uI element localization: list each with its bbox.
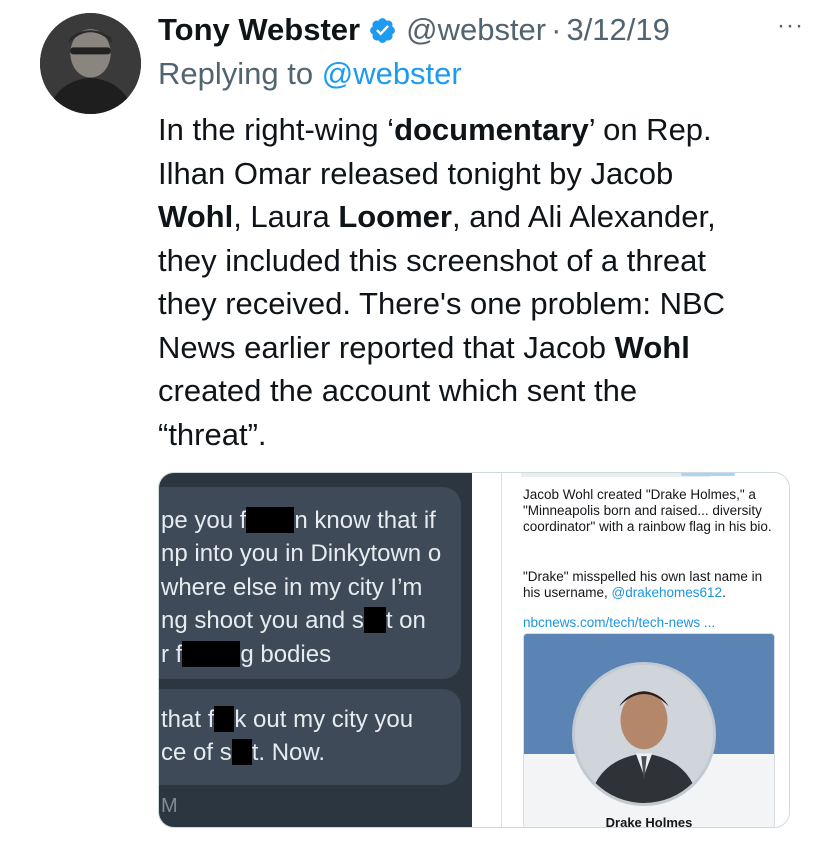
- tweet-text: In the right-wing ‘documentary’ on Rep. …: [158, 108, 798, 456]
- thread-line: [501, 473, 502, 827]
- redaction-bar: [231, 739, 252, 765]
- more-options-icon[interactable]: ···: [777, 12, 804, 40]
- separator-dot: ·: [551, 12, 562, 47]
- message-line: where else in my city I’m: [161, 574, 423, 601]
- replying-mention-link[interactable]: @webster: [322, 56, 462, 91]
- replying-to: Replying to @webster: [158, 56, 462, 92]
- message-line: that fk out my city you: [161, 706, 414, 733]
- message-bubble: [159, 689, 461, 785]
- tweet-media[interactable]: pe you fn know that if np into you in Di…: [158, 472, 790, 828]
- author-name[interactable]: Tony Webster: [158, 12, 360, 48]
- avatar-image: [40, 13, 141, 114]
- verified-badge-icon: [368, 16, 397, 45]
- media-image-threat-screenshot[interactable]: pe you fn know that if np into you in Di…: [159, 473, 472, 827]
- tweet-line: Wohl, Laura Loomer, and Ali Alexander,: [158, 199, 716, 234]
- author-avatar[interactable]: [40, 13, 141, 114]
- profile-card: Drake Holmes: [523, 633, 775, 827]
- redaction-bar: [363, 607, 386, 633]
- tweet-header: Tony Webster @webster · 3/12/19 ···: [158, 8, 808, 52]
- redaction-bar: [246, 507, 295, 533]
- message-line: ng shoot you and st on: [161, 607, 426, 634]
- tweet-line: Ilhan Omar released tonight by Jacob: [158, 155, 674, 191]
- replying-prefix: Replying to: [158, 56, 322, 91]
- profile-avatar: [572, 662, 716, 806]
- media-image-nbc-screenshot[interactable]: Jacob Wohl created "Drake Holmes," a "Mi…: [475, 473, 789, 827]
- clipped-button-strip: [681, 473, 735, 476]
- redaction-bar: [182, 641, 241, 667]
- tweet-line: In the right-wing ‘documentary’ on Rep.: [158, 112, 712, 147]
- message-footer-letter: M: [161, 795, 178, 817]
- message-line: r fg bodies: [161, 641, 332, 668]
- nbc-paragraph-1: Jacob Wohl created "Drake Holmes," a "Mi…: [523, 487, 772, 534]
- tweet-line: they received. There's one problem: NBC: [158, 286, 726, 321]
- profile-name: Drake Holmes: [605, 815, 693, 827]
- nbc-article-link: nbcnews.com/tech/tech-news ...: [523, 615, 716, 630]
- message-line: np into you in Dinkytown o: [161, 540, 442, 567]
- tweet-date[interactable]: 3/12/19: [566, 12, 669, 48]
- tweet-line: News earlier reported that Jacob Wohl: [158, 329, 690, 365]
- author-handle[interactable]: @webster: [406, 12, 546, 48]
- tweet-line: they included this screenshot of a threa…: [158, 242, 706, 278]
- message-line: pe you fn know that if: [161, 507, 436, 534]
- tweet-line: created the account which sent the: [158, 373, 638, 408]
- message-line: ce of s t. Now.: [161, 739, 326, 766]
- tweet-line: “threat”.: [158, 416, 267, 452]
- nbc-paragraph-2: "Drake" misspelled his own last name in …: [523, 569, 763, 600]
- redaction-bar: [214, 706, 235, 732]
